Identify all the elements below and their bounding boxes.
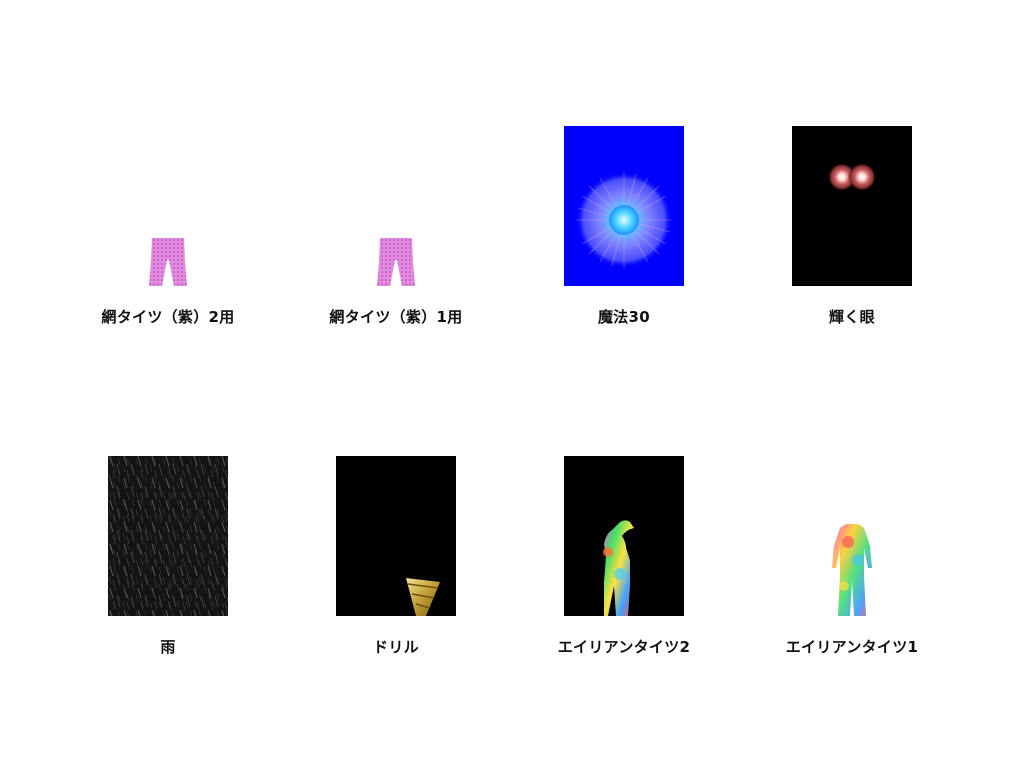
item-label: エイリアンタイツ2	[557, 638, 691, 656]
gallery-item-glowing-eyes[interactable]: 輝く眼	[738, 126, 966, 336]
gallery-item-alien-tights-2[interactable]: エイリアンタイツ2	[510, 456, 738, 666]
magic-burst-icon[interactable]	[564, 126, 684, 286]
alien-tights-bodysuit-icon[interactable]	[792, 456, 912, 616]
fishnet-tights-purple-icon[interactable]	[336, 126, 456, 286]
item-label: 魔法30	[597, 308, 651, 326]
gallery-item-fishnet-tights-2[interactable]: 網タイツ（紫）2用	[54, 126, 282, 336]
effect-gallery-grid: 網タイツ（紫）2用 網タイツ（紫）1用 魔法30 輝く眼 雨 ドリル エイリアン…	[0, 0, 1024, 768]
item-label: 網タイツ（紫）2用	[101, 308, 235, 326]
gallery-item-drill[interactable]: ドリル	[282, 456, 510, 666]
drill-icon[interactable]	[336, 456, 456, 616]
item-label: 雨	[160, 638, 176, 656]
gallery-item-fishnet-tights-1[interactable]: 網タイツ（紫）1用	[282, 126, 510, 336]
gallery-item-alien-tights-1[interactable]: エイリアンタイツ1	[738, 456, 966, 666]
rain-icon[interactable]	[108, 456, 228, 616]
item-label: エイリアンタイツ1	[785, 638, 919, 656]
item-label: ドリル	[373, 638, 419, 656]
glowing-eyes-icon[interactable]	[792, 126, 912, 286]
gallery-item-rain[interactable]: 雨	[54, 456, 282, 666]
item-label: 網タイツ（紫）1用	[329, 308, 463, 326]
item-label: 輝く眼	[829, 308, 875, 326]
fishnet-tights-purple-icon[interactable]	[108, 126, 228, 286]
alien-tights-figure-icon[interactable]	[564, 456, 684, 616]
gallery-item-magic-30[interactable]: 魔法30	[510, 126, 738, 336]
